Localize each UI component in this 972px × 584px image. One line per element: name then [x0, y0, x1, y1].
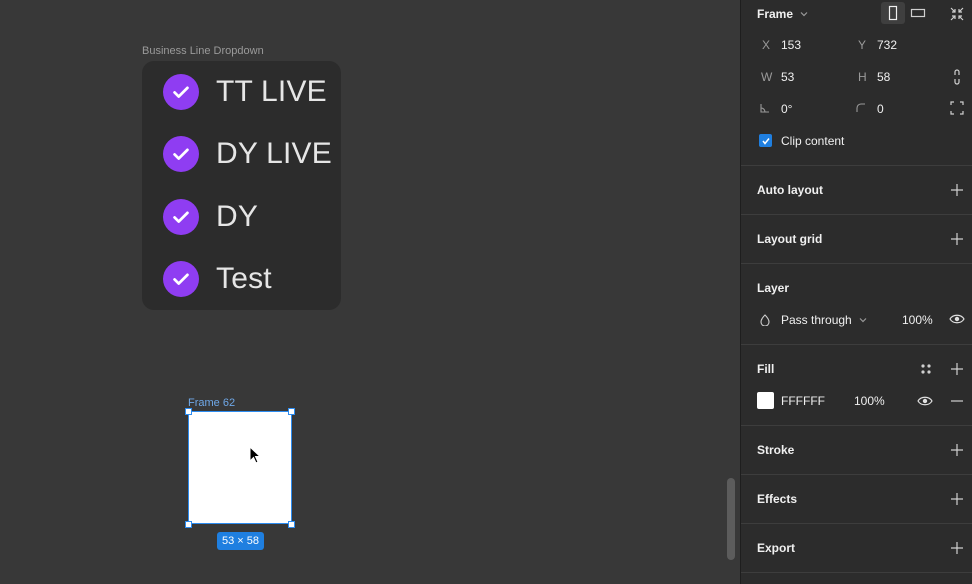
constrain-proportions-icon[interactable] [952, 68, 962, 86]
design-canvas[interactable]: Business Line Dropdown TT LIVE DY LIVE D… [0, 0, 740, 584]
w-input[interactable]: 53 [781, 70, 794, 84]
y-label: Y [858, 38, 867, 52]
canvas-scrollbar[interactable] [727, 478, 735, 560]
effects-title: Effects [757, 492, 798, 506]
frame-type-dropdown[interactable]: Frame [757, 7, 808, 21]
business-line-dropdown-frame[interactable]: TT LIVE DY LIVE DY Test [142, 61, 341, 310]
remove-fill-icon[interactable] [950, 394, 964, 408]
fill-color-swatch[interactable] [757, 392, 774, 409]
add-layout-grid-icon[interactable] [950, 232, 964, 246]
dropdown-item-label: Test [216, 262, 272, 295]
layer-opacity-input[interactable]: 100% [902, 313, 933, 327]
corner-radius-input[interactable]: 0 [877, 102, 884, 116]
resize-handle-top-left[interactable] [185, 408, 192, 415]
resize-to-fit-icon[interactable] [949, 6, 965, 22]
rotation-input[interactable]: 0° [781, 102, 792, 116]
properties-panel: Frame X 153 Y 732 W 53 H 58 0° 0 Clip co… [740, 0, 972, 584]
check-circle-icon [163, 199, 199, 235]
chevron-down-icon [800, 12, 808, 17]
dropdown-item-label: TT LIVE [216, 75, 327, 108]
h-input[interactable]: 58 [877, 70, 890, 84]
layout-grid-title: Layout grid [757, 232, 823, 246]
divider [741, 425, 972, 426]
w-label: W [761, 70, 773, 84]
fill-hex-input[interactable]: FFFFFF [781, 394, 825, 408]
styles-grid-icon[interactable] [919, 362, 933, 376]
divider [741, 344, 972, 345]
blend-mode-value: Pass through [781, 313, 852, 327]
dropdown-item-dy[interactable]: DY [163, 198, 258, 236]
stroke-title: Stroke [757, 443, 795, 457]
checkmark-icon [761, 137, 770, 145]
portrait-button[interactable] [881, 2, 905, 24]
fill-opacity-input[interactable]: 100% [854, 394, 885, 408]
y-input[interactable]: 732 [877, 38, 897, 52]
dropdown-item-dy-live[interactable]: DY LIVE [163, 135, 332, 173]
dropdown-item-tt-live[interactable]: TT LIVE [163, 73, 327, 111]
blend-mode-dropdown[interactable]: Pass through [781, 313, 867, 327]
clip-content-checkbox[interactable] [759, 134, 772, 147]
divider [741, 165, 972, 166]
divider [741, 263, 972, 264]
add-export-icon[interactable] [950, 541, 964, 555]
resize-handle-top-right[interactable] [288, 408, 295, 415]
add-fill-icon[interactable] [950, 362, 964, 376]
x-label: X [762, 38, 771, 52]
resize-handle-bottom-right[interactable] [288, 521, 295, 528]
auto-layout-title: Auto layout [757, 183, 823, 197]
frame62-label[interactable]: Frame 62 [188, 397, 235, 409]
add-effect-icon[interactable] [950, 492, 964, 506]
landscape-icon[interactable] [909, 5, 927, 21]
divider [741, 214, 972, 215]
dropdown-frame-label[interactable]: Business Line Dropdown [142, 45, 264, 57]
x-input[interactable]: 153 [781, 38, 801, 52]
mouse-cursor-icon [249, 446, 262, 464]
clip-content-label: Clip content [781, 134, 845, 148]
check-circle-icon [163, 136, 199, 172]
dropdown-item-test[interactable]: Test [163, 260, 272, 298]
resize-handle-bottom-left[interactable] [185, 521, 192, 528]
portrait-icon [888, 5, 898, 21]
eye-icon[interactable] [917, 395, 933, 407]
dropdown-item-label: DY [216, 200, 259, 233]
frame62-selected[interactable] [188, 411, 292, 524]
frame-title: Frame [757, 7, 794, 21]
layer-title: Layer [757, 281, 790, 295]
eye-icon[interactable] [949, 313, 965, 325]
chevron-down-icon [859, 318, 867, 323]
check-circle-icon [163, 261, 199, 297]
rotation-icon [760, 104, 769, 113]
add-stroke-icon[interactable] [950, 443, 964, 457]
check-circle-icon [163, 74, 199, 110]
divider [741, 572, 972, 573]
divider [741, 523, 972, 524]
add-auto-layout-icon[interactable] [950, 183, 964, 197]
export-title: Export [757, 541, 796, 555]
corner-radius-icon [856, 103, 865, 112]
independent-corners-icon[interactable] [950, 101, 964, 115]
h-label: H [858, 70, 867, 84]
fill-title: Fill [757, 362, 775, 376]
blend-mode-icon [760, 314, 770, 326]
divider [741, 474, 972, 475]
dropdown-item-label: DY LIVE [216, 137, 332, 170]
size-badge: 53 × 58 [217, 532, 265, 550]
